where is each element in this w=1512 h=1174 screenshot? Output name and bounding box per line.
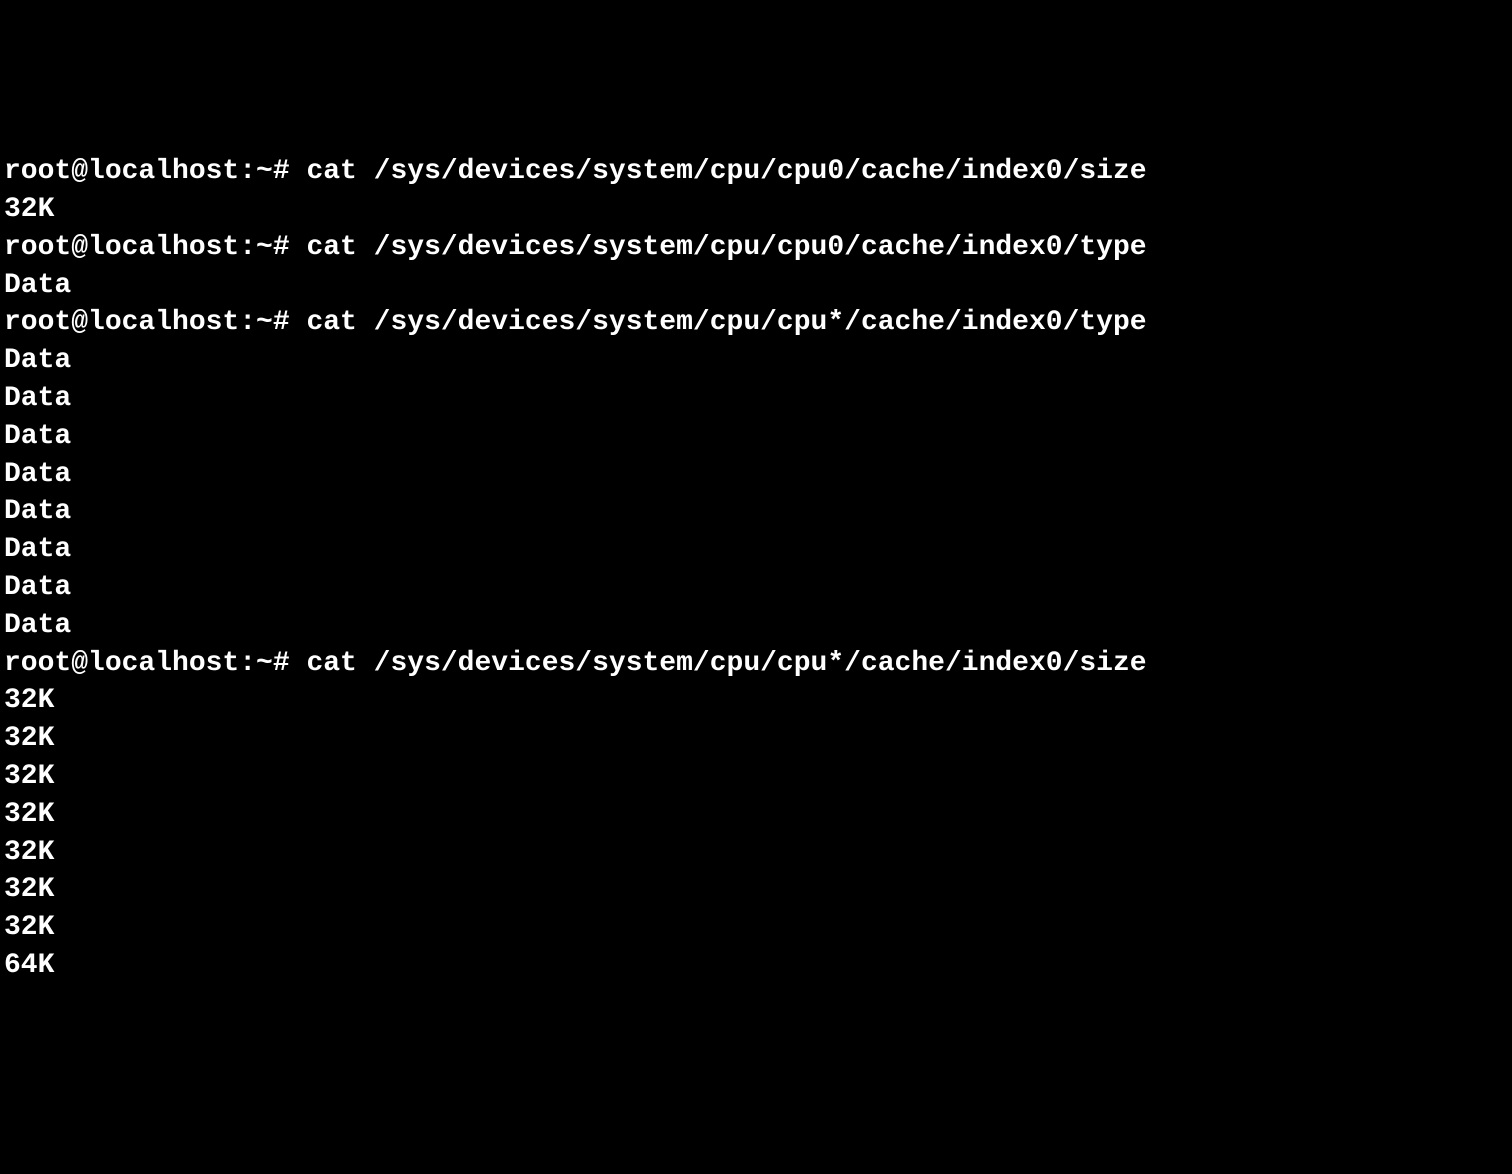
- terminal-container[interactable]: root@localhost:~# cat /sys/devices/syste…: [4, 153, 1508, 985]
- command-output-line: Data: [4, 569, 1508, 607]
- shell-prompt: root@localhost:~#: [4, 232, 306, 263]
- command-output-line: Data: [4, 267, 1508, 305]
- command-output-line: 32K: [4, 834, 1508, 872]
- shell-command: cat /sys/devices/system/cpu/cpu0/cache/i…: [306, 156, 1146, 187]
- command-output-line: 32K: [4, 682, 1508, 720]
- terminal-line: root@localhost:~# cat /sys/devices/syste…: [4, 153, 1508, 191]
- terminal-line: root@localhost:~# cat /sys/devices/syste…: [4, 645, 1508, 683]
- shell-command: cat /sys/devices/system/cpu/cpu*/cache/i…: [306, 648, 1146, 679]
- command-output-line: Data: [4, 493, 1508, 531]
- command-output-line: Data: [4, 456, 1508, 494]
- terminal-line: root@localhost:~# cat /sys/devices/syste…: [4, 229, 1508, 267]
- shell-prompt: root@localhost:~#: [4, 307, 306, 338]
- command-output-line: 64K: [4, 947, 1508, 985]
- command-output-line: Data: [4, 418, 1508, 456]
- shell-command: cat /sys/devices/system/cpu/cpu0/cache/i…: [306, 232, 1146, 263]
- command-output-line: Data: [4, 342, 1508, 380]
- shell-prompt: root@localhost:~#: [4, 648, 306, 679]
- command-output-line: Data: [4, 531, 1508, 569]
- command-output-line: 32K: [4, 871, 1508, 909]
- shell-prompt: root@localhost:~#: [4, 156, 306, 187]
- command-output-line: 32K: [4, 191, 1508, 229]
- command-output-line: Data: [4, 607, 1508, 645]
- command-output-line: 32K: [4, 758, 1508, 796]
- terminal-line: root@localhost:~# cat /sys/devices/syste…: [4, 304, 1508, 342]
- shell-command: cat /sys/devices/system/cpu/cpu*/cache/i…: [306, 307, 1146, 338]
- command-output-line: 32K: [4, 796, 1508, 834]
- command-output-line: 32K: [4, 720, 1508, 758]
- command-output-line: 32K: [4, 909, 1508, 947]
- command-output-line: Data: [4, 380, 1508, 418]
